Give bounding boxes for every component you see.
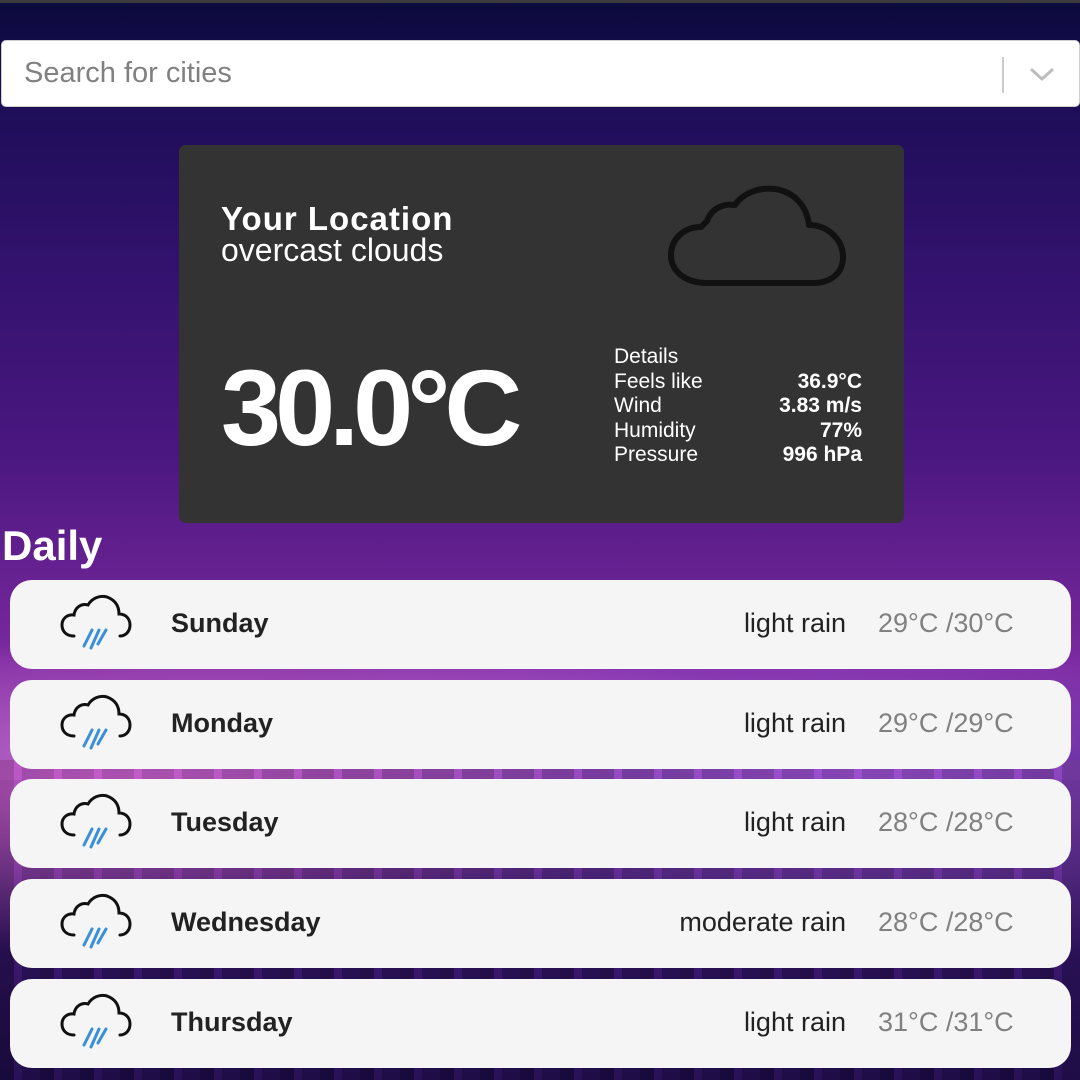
- current-weather-card: Your Location overcast clouds 30.0°C Det…: [179, 145, 904, 523]
- day-condition: light rain: [743, 1007, 846, 1037]
- day-name: Sunday: [171, 608, 269, 638]
- day-temperature-range: 29°C /30°C: [878, 608, 1014, 638]
- forecast-row-thursday[interactable]: Thursday light rain 31°C /31°C: [10, 979, 1071, 1068]
- day-condition: light rain: [743, 708, 846, 738]
- day-name: Tuesday: [171, 807, 279, 837]
- search-separator: [1002, 57, 1004, 93]
- day-name: Wednesday: [171, 907, 321, 937]
- detail-row-wind: Wind 3.83 m/s: [614, 394, 862, 419]
- cloud-icon: [668, 185, 846, 286]
- rain-cloud-icon: [60, 594, 132, 650]
- detail-value: 36.9°C: [797, 369, 862, 393]
- city-search-box[interactable]: [1, 40, 1080, 107]
- chevron-down-icon[interactable]: [1024, 59, 1060, 89]
- weather-description: overcast clouds: [221, 232, 444, 268]
- search-input[interactable]: [2, 41, 992, 106]
- detail-row-feels-like: Feels like 36.9°C: [614, 370, 862, 395]
- detail-row-pressure: Pressure 996 hPa: [614, 443, 862, 468]
- rain-cloud-icon: [60, 793, 132, 849]
- forecast-row-wednesday[interactable]: Wednesday moderate rain 28°C /28°C: [10, 879, 1071, 968]
- detail-value: 77%: [819, 418, 862, 442]
- rain-cloud-icon: [60, 694, 132, 750]
- day-temperature-range: 29°C /29°C: [878, 708, 1014, 738]
- current-temperature: 30.0°C: [221, 347, 522, 468]
- day-name: Monday: [171, 708, 274, 738]
- top-border: [0, 0, 1080, 3]
- day-condition: moderate rain: [679, 907, 846, 937]
- day-condition: light rain: [743, 807, 846, 837]
- forecast-row-sunday[interactable]: Sunday light rain 29°C /30°C: [10, 580, 1071, 669]
- detail-label: Feels like: [614, 369, 703, 393]
- rain-cloud-icon: [60, 893, 132, 949]
- detail-value: 996 hPa: [782, 443, 862, 466]
- detail-label: Pressure: [614, 443, 699, 466]
- detail-label: Wind: [614, 394, 662, 417]
- day-temperature-range: 28°C /28°C: [878, 907, 1014, 937]
- forecast-row-tuesday[interactable]: Tuesday light rain 28°C /28°C: [10, 779, 1071, 868]
- forecast-row-monday[interactable]: Monday light rain 29°C /29°C: [10, 680, 1071, 769]
- day-temperature-range: 31°C /31°C: [878, 1007, 1014, 1037]
- day-temperature-range: 28°C /28°C: [878, 807, 1014, 837]
- detail-value: 3.83 m/s: [779, 394, 862, 417]
- daily-forecast-title: Daily: [2, 522, 103, 569]
- rain-cloud-icon: [60, 993, 132, 1049]
- details-heading: Details: [614, 345, 679, 368]
- weather-details: Details Feels like 36.9°C Wind 3.83 m/s …: [614, 345, 862, 468]
- day-condition: light rain: [743, 608, 846, 638]
- detail-label: Humidity: [614, 418, 696, 442]
- day-name: Thursday: [171, 1007, 293, 1037]
- detail-row-humidity: Humidity 77%: [614, 419, 862, 444]
